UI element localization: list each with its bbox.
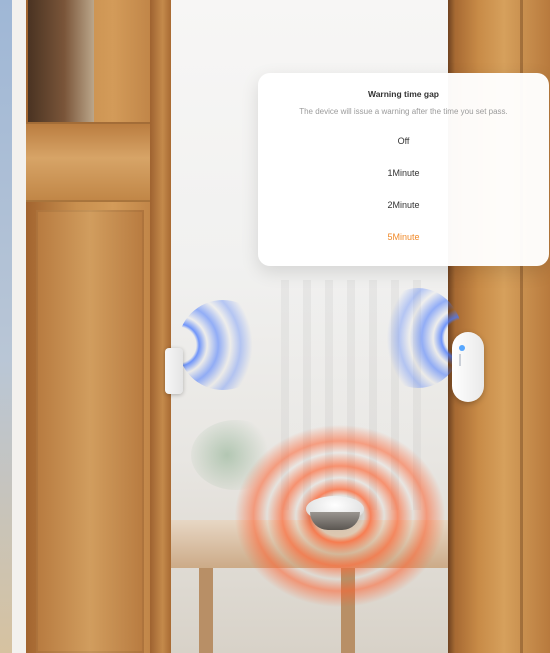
dialog-title: Warning time gap <box>368 89 439 99</box>
left-edge-gap <box>12 0 26 653</box>
dialog-subtitle: The device will issue a warning after th… <box>299 107 508 116</box>
door-glass-pane <box>28 0 94 138</box>
option-5-minute-selected[interactable]: 5Minute <box>258 232 549 242</box>
door-panel <box>36 210 144 653</box>
left-edge-strip <box>0 0 12 653</box>
option-off[interactable]: Off <box>258 136 549 146</box>
door-stile <box>150 0 171 653</box>
option-2-minute[interactable]: 2Minute <box>258 200 549 210</box>
product-scene: Warning time gap The device will issue a… <box>0 0 550 653</box>
door-sensor-left-icon <box>165 348 183 394</box>
sensor-indicator-icon <box>459 345 465 351</box>
door-sensor-right-icon <box>452 332 484 402</box>
sensor-mark-icon <box>459 354 469 366</box>
option-1-minute[interactable]: 1Minute <box>258 168 549 178</box>
warning-time-gap-dialog: Warning time gap The device will issue a… <box>258 73 549 266</box>
signal-waves-left-icon <box>178 300 268 390</box>
signal-waves-right-icon <box>373 288 463 388</box>
table-leg <box>199 568 213 653</box>
door-left <box>26 0 171 653</box>
